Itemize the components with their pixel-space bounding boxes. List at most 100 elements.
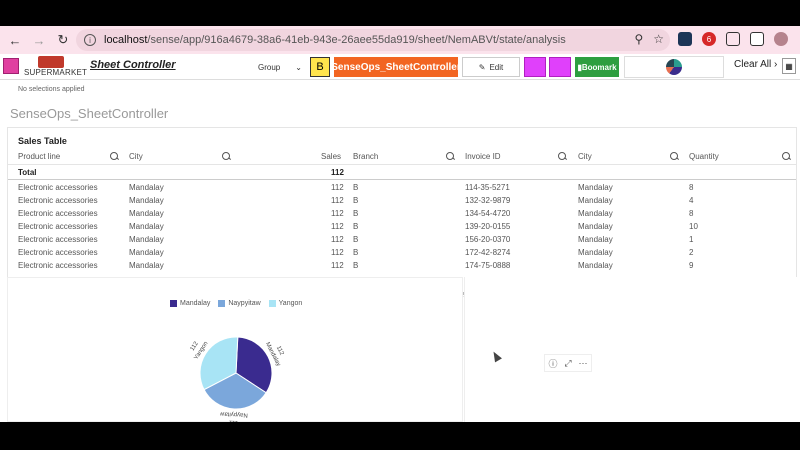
table-cell[interactable]: 4 [689, 196, 693, 205]
profile-avatar-icon[interactable] [774, 32, 788, 46]
browser-toolbar: ← → ↻ i localhost /sense/app/916a4679-38… [0, 26, 800, 54]
bookmark-star-icon[interactable]: ☆ [653, 32, 664, 46]
expand-icon[interactable]: ⤢ [564, 358, 571, 369]
user-avatar[interactable] [666, 59, 682, 75]
table-cell[interactable]: 112 [331, 261, 344, 270]
search-icon[interactable] [446, 152, 455, 161]
table-cell[interactable]: Mandalay [578, 222, 613, 231]
table-cell[interactable]: Electronic accessories [18, 183, 98, 192]
table-cell[interactable]: 172-42-8274 [465, 248, 510, 257]
pie-slice-label: Naypyitaw [219, 410, 248, 417]
browser-window: ← → ↻ i localhost /sense/app/916a4679-38… [0, 26, 800, 422]
app-toolbar: SUPERMARKET Sheet Controller Group ⌄ B S… [0, 54, 800, 80]
b-button[interactable]: B [310, 57, 330, 77]
site-info-icon[interactable]: i [84, 34, 96, 46]
search-icon[interactable] [222, 152, 231, 161]
zoom-icon[interactable]: ⚲ [634, 32, 643, 46]
table-cell[interactable]: Mandalay [129, 222, 164, 231]
total-divider [8, 179, 796, 180]
table-cell[interactable]: Mandalay [129, 209, 164, 218]
table-cell[interactable]: 114-35-5271 [465, 183, 510, 192]
user-profile-area[interactable] [624, 56, 724, 78]
extensions-puzzle-icon[interactable] [726, 32, 740, 46]
address-bar[interactable]: i localhost /sense/app/916a4679-38a6-41e… [76, 29, 670, 51]
reload-icon[interactable]: ↻ [54, 31, 72, 49]
extensions-area: 6 ⋮ [678, 32, 800, 46]
app-menu-icon[interactable] [3, 58, 19, 74]
table-cell[interactable]: 8 [689, 209, 693, 218]
logo-text: SUPERMARKET [24, 68, 88, 77]
table-cell[interactable]: 134-54-4720 [465, 209, 510, 218]
search-icon[interactable] [558, 152, 567, 161]
table-cell[interactable]: Electronic accessories [18, 261, 98, 270]
table-cell[interactable]: Electronic accessories [18, 248, 98, 257]
chart-tools: ⓘ ⤢ ⋯ [544, 354, 592, 372]
group-select[interactable]: Group ⌄ [254, 58, 306, 76]
edit-button[interactable]: ✎ Edit [462, 57, 520, 77]
table-cell[interactable]: 139-20-0155 [465, 222, 510, 231]
table-cell[interactable]: Electronic accessories [18, 235, 98, 244]
bookmark-button[interactable]: ▮ Boomark [575, 57, 619, 77]
more-options-icon[interactable]: ⋯ [579, 358, 588, 369]
table-cell[interactable]: B [353, 261, 358, 270]
table-cell[interactable]: B [353, 183, 358, 192]
table-cell[interactable]: Mandalay [129, 248, 164, 257]
table-cell[interactable]: 132-32-9879 [465, 196, 510, 205]
url-actions: ⚲ ☆ [634, 32, 664, 46]
magenta-button-2[interactable] [549, 57, 571, 77]
senseops-sheetcontroller-button[interactable]: SenseOps_SheetController [331, 57, 461, 77]
table-cell[interactable]: Mandalay [578, 235, 613, 244]
extension-badge-icon[interactable]: 6 [702, 32, 716, 46]
cart-icon [38, 56, 64, 68]
extension-icon[interactable] [678, 32, 692, 46]
table-cell[interactable]: 112 [331, 183, 344, 192]
table-cell[interactable]: 156-20-0370 [465, 235, 510, 244]
table-cell[interactable]: Electronic accessories [18, 222, 98, 231]
table-cell[interactable]: Mandalay [578, 261, 613, 270]
table-cell[interactable]: B [353, 196, 358, 205]
sidebar-icon[interactable] [750, 32, 764, 46]
table-title: Sales Table [18, 136, 67, 146]
table-cell[interactable]: 174-75-0888 [465, 261, 510, 270]
table-cell[interactable]: Mandalay [129, 261, 164, 270]
table-cell[interactable]: 112 [331, 196, 344, 205]
magenta-button-1[interactable] [524, 57, 546, 77]
table-cell[interactable]: 1 [689, 235, 693, 244]
table-cell[interactable]: 112 [331, 209, 344, 218]
table-cell[interactable]: Mandalay [129, 183, 164, 192]
search-icon[interactable] [110, 152, 119, 161]
table-cell[interactable]: Mandalay [578, 209, 613, 218]
table-cell[interactable]: 112 [331, 222, 344, 231]
table-cell[interactable]: Mandalay [129, 235, 164, 244]
table-cell[interactable]: B [353, 235, 358, 244]
table-cell[interactable]: 9 [689, 261, 693, 270]
table-cell[interactable]: 112 [331, 248, 344, 257]
clear-all-button[interactable]: Clear All › [734, 59, 777, 70]
info-icon[interactable]: ⓘ [548, 357, 557, 370]
screen-top-border [0, 0, 800, 26]
sheet-controller-link[interactable]: Sheet Controller [90, 59, 176, 71]
back-icon[interactable]: ← [6, 31, 24, 49]
forward-icon[interactable]: → [30, 31, 48, 49]
table-cell[interactable]: 112 [331, 235, 344, 244]
pie-chart[interactable]: Mandalay112Naypyitaw111Yangon112 [8, 278, 464, 422]
table-cell[interactable]: Electronic accessories [18, 209, 98, 218]
table-cell[interactable]: 8 [689, 183, 693, 192]
table-cell[interactable]: Mandalay [578, 183, 613, 192]
table-cell[interactable]: B [353, 209, 358, 218]
search-icon[interactable] [670, 152, 679, 161]
table-cell[interactable]: 2 [689, 248, 693, 257]
url-host: localhost [104, 34, 148, 46]
table-cell[interactable]: B [353, 222, 358, 231]
search-icon[interactable] [782, 152, 791, 161]
table-cell[interactable]: Mandalay [578, 248, 613, 257]
table-cell[interactable]: B [353, 248, 358, 257]
sales-table-panel[interactable]: Sales Table Product line City Sales Bran… [7, 127, 797, 297]
screen-bottom-border [0, 422, 800, 450]
exit-fullscreen-icon[interactable]: ▦ [782, 58, 796, 74]
table-cell[interactable]: Mandalay [129, 196, 164, 205]
table-cell[interactable]: Mandalay [578, 196, 613, 205]
table-cell[interactable]: 10 [689, 222, 698, 231]
table-cell[interactable]: Electronic accessories [18, 196, 98, 205]
pie-chart-panel[interactable]: Mandalay Naypyitaw Yangon Mandalay 112 Nay… [7, 277, 463, 422]
